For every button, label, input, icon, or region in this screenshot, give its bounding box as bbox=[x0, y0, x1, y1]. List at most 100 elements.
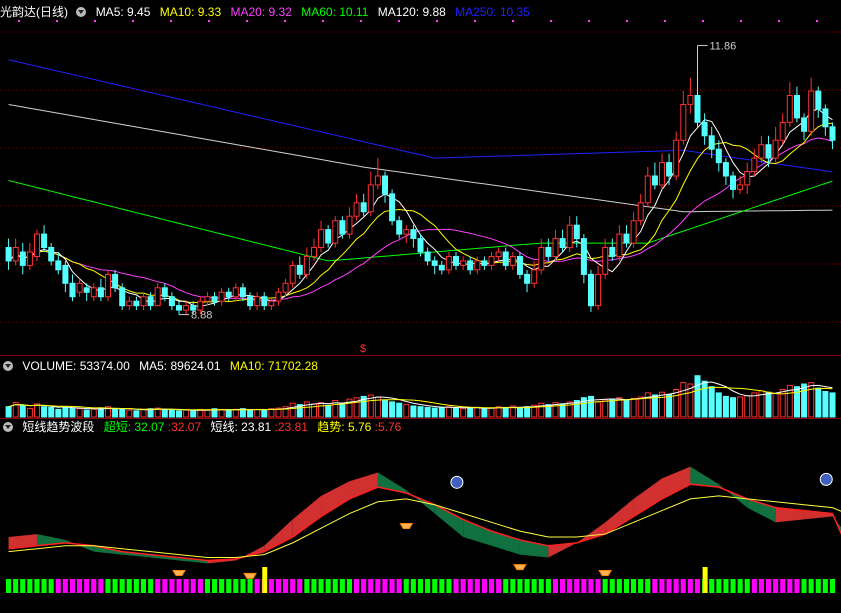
signal-bar bbox=[425, 579, 431, 593]
volume-bar-up bbox=[751, 392, 758, 418]
candle-down bbox=[502, 251, 509, 266]
band-up bbox=[321, 481, 350, 517]
candle-down bbox=[112, 273, 119, 289]
diamond-icon bbox=[243, 572, 257, 579]
signal-bar bbox=[190, 579, 196, 593]
signal-bar bbox=[204, 579, 210, 593]
signal-bar bbox=[638, 579, 644, 593]
candle-up bbox=[318, 229, 325, 249]
volume-bar-down bbox=[829, 392, 836, 418]
volume-bar-down bbox=[524, 406, 531, 418]
badge-icon bbox=[450, 475, 464, 489]
signal-bar bbox=[808, 579, 814, 593]
volume-bar-up bbox=[445, 406, 452, 418]
signal-bar bbox=[410, 579, 416, 593]
candle-down bbox=[580, 238, 587, 275]
candle-up bbox=[659, 162, 665, 186]
band-down bbox=[463, 519, 492, 546]
candle-down bbox=[588, 273, 594, 307]
signal-bar bbox=[332, 579, 338, 593]
signal-bar bbox=[55, 579, 61, 593]
signal-bar bbox=[758, 579, 764, 593]
signal-dot bbox=[398, 20, 400, 22]
diamond-icon bbox=[513, 564, 527, 571]
signal-bar bbox=[283, 579, 289, 593]
signal-bar bbox=[453, 579, 459, 593]
candle-down bbox=[5, 247, 12, 262]
candle-up bbox=[758, 144, 765, 159]
candle-up bbox=[311, 247, 317, 257]
candle-down bbox=[794, 95, 800, 119]
signal-bar bbox=[694, 579, 700, 593]
volume-bar-down bbox=[83, 409, 90, 418]
candle-down bbox=[325, 229, 332, 244]
candle-up bbox=[183, 305, 190, 311]
candle-up bbox=[687, 95, 694, 105]
volume-chart[interactable] bbox=[0, 356, 841, 418]
volume-bar-up bbox=[303, 401, 310, 418]
signal-bar bbox=[382, 579, 388, 593]
low-price-label: 8.88 bbox=[191, 310, 212, 322]
signal-bar bbox=[481, 579, 487, 593]
candle-down bbox=[176, 305, 182, 311]
signal-bar bbox=[588, 579, 594, 593]
short-line bbox=[8, 483, 841, 562]
signal-bar bbox=[723, 579, 729, 593]
signal-dot bbox=[322, 20, 324, 22]
signal-bar bbox=[13, 579, 19, 593]
signal-dot bbox=[284, 20, 286, 22]
candle-up bbox=[602, 247, 609, 275]
candle-down bbox=[822, 108, 829, 128]
signal-bar bbox=[666, 579, 672, 593]
volume-bar-up bbox=[744, 395, 751, 418]
indicator-chart[interactable] bbox=[0, 419, 841, 613]
volume-bar-down bbox=[609, 398, 616, 418]
signal-bar bbox=[361, 579, 367, 593]
volume-bar-down bbox=[481, 408, 488, 418]
signal-bar bbox=[212, 579, 218, 593]
band-down bbox=[747, 498, 776, 523]
volume-bar-down bbox=[424, 406, 431, 418]
volume-bar-up bbox=[318, 402, 325, 418]
signal-bar bbox=[133, 579, 139, 593]
candle-down bbox=[651, 175, 658, 186]
signal-bar bbox=[545, 579, 551, 593]
signal-bar bbox=[623, 579, 629, 593]
candle-up bbox=[232, 287, 239, 298]
candle-up bbox=[616, 233, 623, 258]
signal-bar bbox=[567, 579, 573, 593]
candle-down bbox=[559, 238, 566, 249]
volume-bar-up bbox=[311, 403, 317, 418]
volume-bar-down bbox=[467, 407, 474, 418]
signal-dot bbox=[626, 20, 628, 22]
dollar-marker: $ bbox=[360, 343, 366, 355]
candle-up bbox=[218, 291, 225, 302]
candle-up bbox=[126, 300, 133, 307]
candle-up bbox=[509, 256, 516, 266]
signal-bar bbox=[531, 579, 537, 593]
signal-bar bbox=[6, 579, 12, 593]
signal-dot bbox=[816, 20, 818, 22]
candle-down bbox=[573, 224, 580, 240]
signal-bar bbox=[815, 579, 821, 593]
volume-bar-down bbox=[69, 407, 76, 418]
candle-up bbox=[495, 251, 502, 257]
price-chart[interactable]: 11.86 8.88 $ bbox=[0, 0, 841, 355]
candle-down bbox=[48, 247, 55, 262]
candle-up bbox=[140, 296, 147, 307]
signal-bar bbox=[368, 579, 374, 593]
volume-bar-up bbox=[289, 402, 296, 418]
signal-bar bbox=[183, 579, 189, 593]
signal-bar bbox=[552, 579, 558, 593]
signal-bar bbox=[69, 579, 75, 593]
signal-bar bbox=[773, 579, 779, 593]
signal-bar bbox=[822, 579, 828, 593]
signal-bar bbox=[496, 579, 502, 593]
candle-down bbox=[701, 121, 708, 137]
signal-spike bbox=[702, 567, 708, 593]
candle-down bbox=[545, 247, 552, 257]
volume-bar-down bbox=[722, 395, 729, 418]
signal-bar bbox=[34, 579, 40, 593]
signal-bar bbox=[176, 579, 182, 593]
volume-bar-down bbox=[701, 380, 708, 418]
